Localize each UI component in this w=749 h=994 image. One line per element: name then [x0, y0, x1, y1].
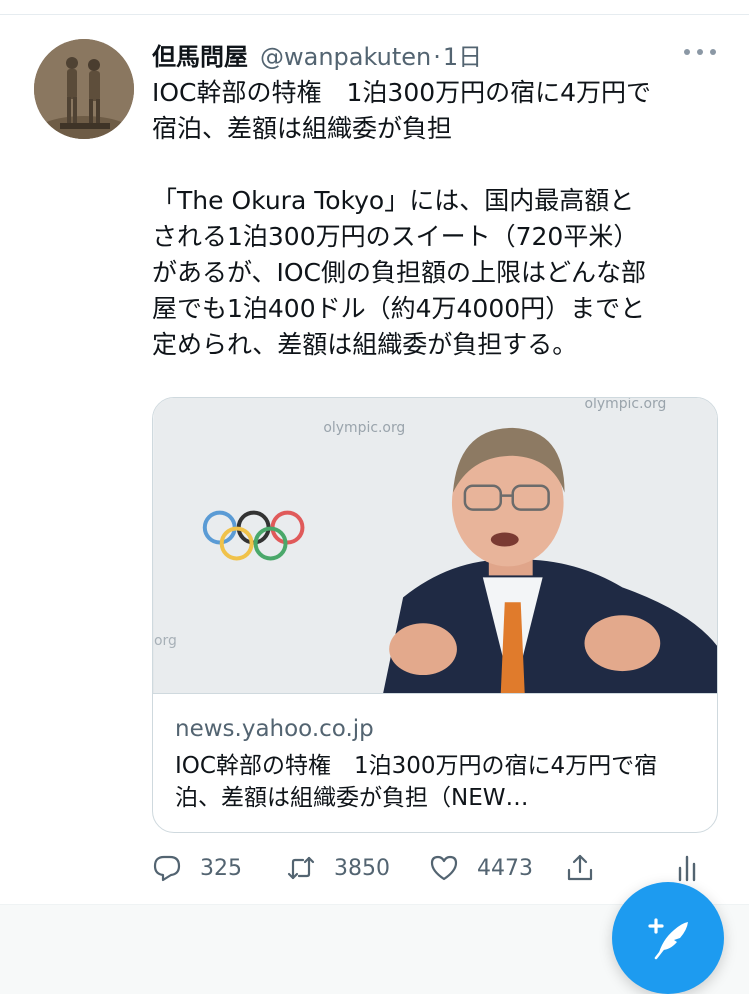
stats-button[interactable] — [672, 850, 702, 886]
user-handle[interactable]: @wanpakuten — [260, 43, 431, 71]
link-card[interactable]: olympic.org olympic.org org news.yahoo.c… — [152, 397, 718, 833]
separator-dot: · — [433, 43, 441, 71]
more-icon[interactable] — [684, 45, 716, 59]
more-dot — [697, 49, 703, 55]
retweet-button[interactable]: 3850 — [286, 850, 390, 886]
bar-chart-icon — [678, 855, 696, 882]
speech-bubble-icon — [153, 855, 181, 882]
like-count: 4473 — [477, 855, 533, 881]
avatar-image — [34, 39, 134, 139]
watermark-text: olympic.org — [323, 420, 405, 436]
watermark-text: olympic.org — [584, 398, 666, 412]
card-image[interactable]: olympic.org olympic.org org — [153, 398, 717, 694]
retweet-count: 3850 — [334, 855, 390, 881]
card-title: IOC幹部の特権 1泊300万円の宿に4万円で宿泊、差額は組織委が負担（NEW… — [175, 753, 658, 811]
more-dot — [684, 49, 690, 55]
tweet-actions: 325 3850 4473 — [152, 850, 722, 886]
share-button[interactable] — [565, 850, 595, 886]
compose-tweet-button[interactable] — [612, 882, 724, 994]
watermark-text: org — [154, 633, 177, 649]
card-photo: olympic.org olympic.org org — [153, 398, 717, 693]
avatar[interactable] — [34, 39, 134, 139]
tweet-time[interactable]: 1日 — [443, 37, 482, 72]
display-name[interactable]: 但馬問屋 — [152, 37, 248, 72]
more-dot — [710, 49, 716, 55]
like-button[interactable]: 4473 — [429, 850, 533, 886]
heart-icon — [430, 855, 458, 881]
compose-feather-icon — [648, 918, 688, 960]
tweet[interactable]: 但馬問屋 @wanpakuten · 1日 IOC幹部の特権 1泊300万円の宿… — [0, 15, 749, 904]
reply-button[interactable]: 325 — [152, 850, 242, 886]
card-domain: news.yahoo.co.jp — [175, 716, 374, 742]
retweet-arrows-icon — [287, 856, 315, 880]
share-upload-icon — [567, 854, 593, 881]
tweet-header: 但馬問屋 @wanpakuten · 1日 — [152, 37, 632, 71]
reply-count: 325 — [200, 855, 242, 881]
tweet-text: IOC幹部の特権 1泊300万円の宿に4万円で 宿泊、差額は組織委が負担 「Th… — [152, 78, 652, 359]
